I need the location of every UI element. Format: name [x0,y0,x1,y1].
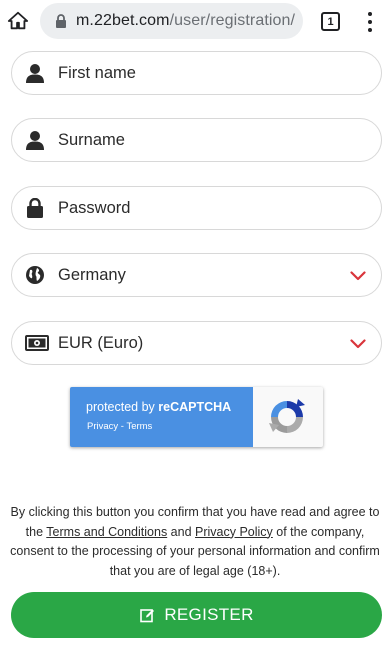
currency-select[interactable]: EUR (Euro) [11,321,382,365]
padlock-icon [24,197,46,219]
currency-value: EUR (Euro) [58,333,144,352]
globe-icon [24,264,46,286]
chevron-down-icon[interactable] [349,267,367,285]
consent-and: and [167,524,196,539]
url-text: m.22bet.com/user/registration/ [76,12,295,30]
first-name-field[interactable]: First name [11,51,382,95]
chevron-down-icon[interactable] [349,335,367,353]
recaptcha-badge[interactable]: protected by reCAPTCHA Privacy - Terms [70,387,323,447]
lock-icon [54,13,68,29]
country-value: Germany [58,265,126,284]
menu-dots-icon[interactable] [362,10,378,34]
home-icon[interactable] [6,9,30,33]
browser-toolbar: m.22bet.com/user/registration/ 1 [0,0,390,44]
surname-placeholder: Surname [58,130,125,149]
consent-text: By clicking this button you confirm that… [8,503,382,581]
address-bar[interactable]: m.22bet.com/user/registration/ [40,3,303,39]
country-select[interactable]: Germany [11,253,382,297]
register-button[interactable]: REGISTER [11,592,382,638]
recaptcha-logo-icon [265,395,309,439]
register-label: REGISTER [164,605,254,624]
user-icon [24,62,46,84]
password-placeholder: Password [58,198,131,217]
url-host: m.22bet.com [76,12,170,29]
edit-icon [139,607,155,623]
url-path: /user/registration/ [169,12,296,29]
recaptcha-prefix: protected by [86,400,159,414]
privacy-policy-link[interactable]: Privacy Policy [195,525,273,539]
password-field[interactable]: Password [11,186,382,230]
recaptcha-privacy-link[interactable]: Privacy [87,421,118,432]
recaptcha-title: protected by reCAPTCHA [86,400,231,414]
recaptcha-brand: reCAPTCHA [158,400,232,414]
tab-count-icon[interactable]: 1 [321,12,340,31]
first-name-placeholder: First name [58,63,136,82]
surname-field[interactable]: Surname [11,118,382,162]
banknote-icon [24,332,50,354]
terms-link[interactable]: Terms and Conditions [46,525,167,539]
recaptcha-terms-link[interactable]: Terms [126,421,152,432]
user-icon [24,129,46,151]
recaptcha-links: Privacy - Terms [87,421,152,432]
recaptcha-panel: protected by reCAPTCHA Privacy - Terms [70,387,253,447]
